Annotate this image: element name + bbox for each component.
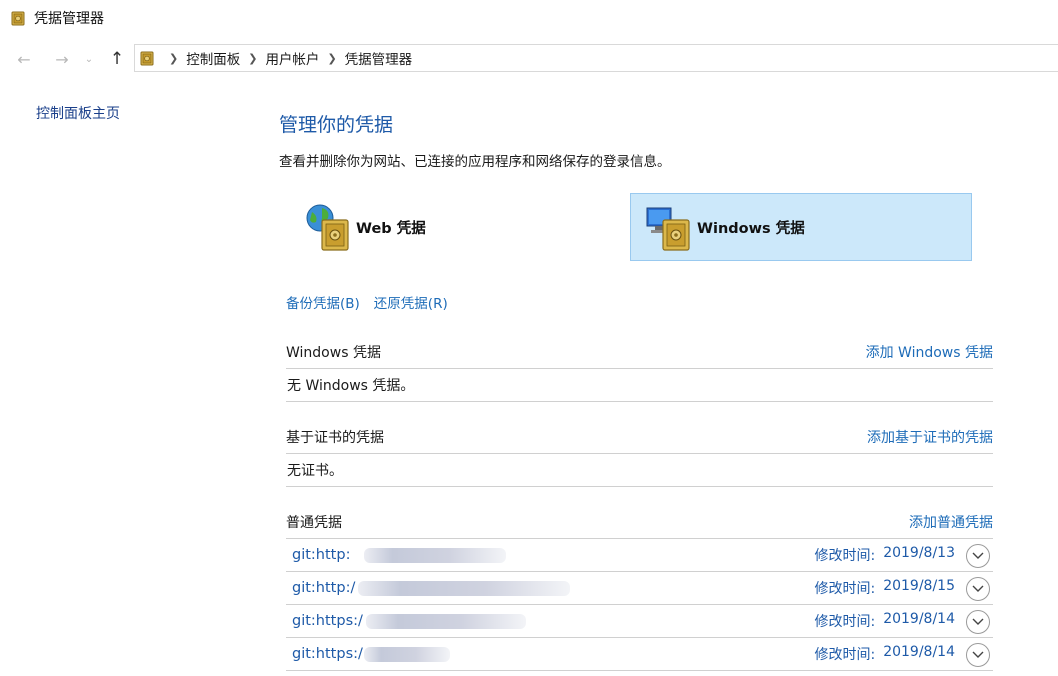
expand-button[interactable] (966, 544, 990, 568)
credential-row[interactable]: git:http:/ 修改时间: 2019/8/15 (286, 572, 993, 605)
modified-date: 2019/8/15 (883, 578, 955, 594)
breadcrumb-control-panel[interactable]: 控制面板 (186, 48, 240, 68)
add-certificate-credential-link[interactable]: 添加基于证书的凭据 (867, 427, 993, 447)
page-title: 管理你的凭据 (279, 114, 394, 136)
windows-credentials-tile[interactable]: Windows 凭据 (630, 193, 972, 261)
breadcrumb-credential-manager[interactable]: 凭据管理器 (345, 48, 413, 68)
redacted-blur (366, 614, 526, 629)
windows-credentials-section: Windows 凭据 添加 Windows 凭据 无 Windows 凭据。 (286, 335, 993, 402)
chevron-right-icon[interactable]: ❯ (248, 52, 257, 65)
chevron-down-icon (972, 552, 984, 559)
modified-label: 修改时间: (814, 581, 876, 597)
expand-button[interactable] (966, 610, 990, 634)
section-header: Windows 凭据 添加 Windows 凭据 (286, 335, 993, 369)
page-description: 查看并删除你为网站、已连接的应用程序和网络保存的登录信息。 (279, 154, 671, 170)
section-title: 基于证书的凭据 (286, 429, 384, 446)
modified-date: 2019/8/14 (883, 644, 955, 660)
forward-arrow-icon[interactable]: → (52, 49, 72, 69)
add-generic-credential-link[interactable]: 添加普通凭据 (909, 512, 993, 532)
chevron-down-icon (972, 585, 984, 592)
control-panel-home-link[interactable]: 控制面板主页 (36, 103, 120, 123)
modified-label: 修改时间: (814, 647, 876, 663)
chevron-down-icon (972, 618, 984, 625)
restore-credentials-link[interactable]: 还原凭据(R) (374, 292, 448, 312)
vault-icon (140, 51, 154, 66)
empty-message: 无证书。 (286, 454, 993, 487)
modified-date: 2019/8/13 (883, 545, 955, 561)
section-title: Windows 凭据 (286, 344, 381, 361)
credential-name[interactable]: git:http: (286, 547, 350, 563)
modified-label: 修改时间: (814, 548, 876, 564)
credential-row[interactable]: git:https:/ 修改时间: 2019/8/14 (286, 605, 993, 638)
credential-name[interactable]: git:http:/ (286, 580, 355, 596)
section-title: 普通凭据 (286, 514, 342, 531)
breadcrumb-user-accounts[interactable]: 用户帐户 (265, 48, 319, 68)
add-windows-credential-link[interactable]: 添加 Windows 凭据 (866, 342, 993, 362)
credential-modified: 修改时间: 2019/8/13 (814, 545, 955, 565)
chevron-right-icon[interactable]: ❯ (169, 52, 178, 65)
vault-icon (11, 11, 25, 26)
chevron-right-icon[interactable]: ❯ (327, 52, 336, 65)
expand-button[interactable] (966, 643, 990, 667)
chevron-down-icon (972, 651, 984, 658)
window-title: 凭据管理器 (34, 11, 104, 27)
title-bar: 凭据管理器 (0, 0, 1058, 36)
back-arrow-icon[interactable]: ← (14, 49, 34, 69)
credential-name[interactable]: git:https:/ (286, 613, 363, 629)
modified-label: 修改时间: (814, 614, 876, 630)
credential-modified: 修改时间: 2019/8/14 (814, 611, 955, 631)
web-vault-icon (306, 204, 349, 251)
navigation-bar: ← → ⌄ ↑ ❯ 控制面板 ❯ 用户帐户 ❯ 凭据管理器 (0, 40, 1058, 76)
windows-vault-icon (646, 207, 690, 251)
chevron-down-icon[interactable]: ⌄ (82, 49, 96, 69)
backup-restore-links: 备份凭据(B) 还原凭据(R) (286, 292, 448, 312)
credential-row[interactable]: git:http: 修改时间: 2019/8/13 (286, 539, 993, 572)
up-arrow-icon[interactable]: ↑ (107, 49, 127, 69)
certificate-credentials-section: 基于证书的凭据 添加基于证书的凭据 无证书。 (286, 420, 993, 487)
credential-name[interactable]: git:https:/ (286, 646, 363, 662)
redacted-blur (364, 548, 506, 563)
credential-modified: 修改时间: 2019/8/14 (814, 644, 955, 664)
expand-button[interactable] (966, 577, 990, 601)
section-header: 基于证书的凭据 添加基于证书的凭据 (286, 420, 993, 454)
backup-credentials-link[interactable]: 备份凭据(B) (286, 292, 360, 312)
empty-message: 无 Windows 凭据。 (286, 369, 993, 402)
web-credentials-label: Web 凭据 (356, 220, 426, 237)
modified-date: 2019/8/14 (883, 611, 955, 627)
windows-credentials-label: Windows 凭据 (697, 220, 805, 237)
redacted-blur (364, 647, 450, 662)
generic-credentials-section: 普通凭据 添加普通凭据 git:http: 修改时间: 2019/8/13 gi… (286, 505, 993, 671)
section-header: 普通凭据 添加普通凭据 (286, 505, 993, 539)
credential-row[interactable]: git:https:/ 修改时间: 2019/8/14 (286, 638, 993, 671)
address-bar[interactable]: ❯ 控制面板 ❯ 用户帐户 ❯ 凭据管理器 (134, 44, 1058, 72)
web-credentials-tile[interactable]: Web 凭据 (290, 193, 632, 261)
redacted-blur (358, 581, 570, 596)
credential-modified: 修改时间: 2019/8/15 (814, 578, 955, 598)
